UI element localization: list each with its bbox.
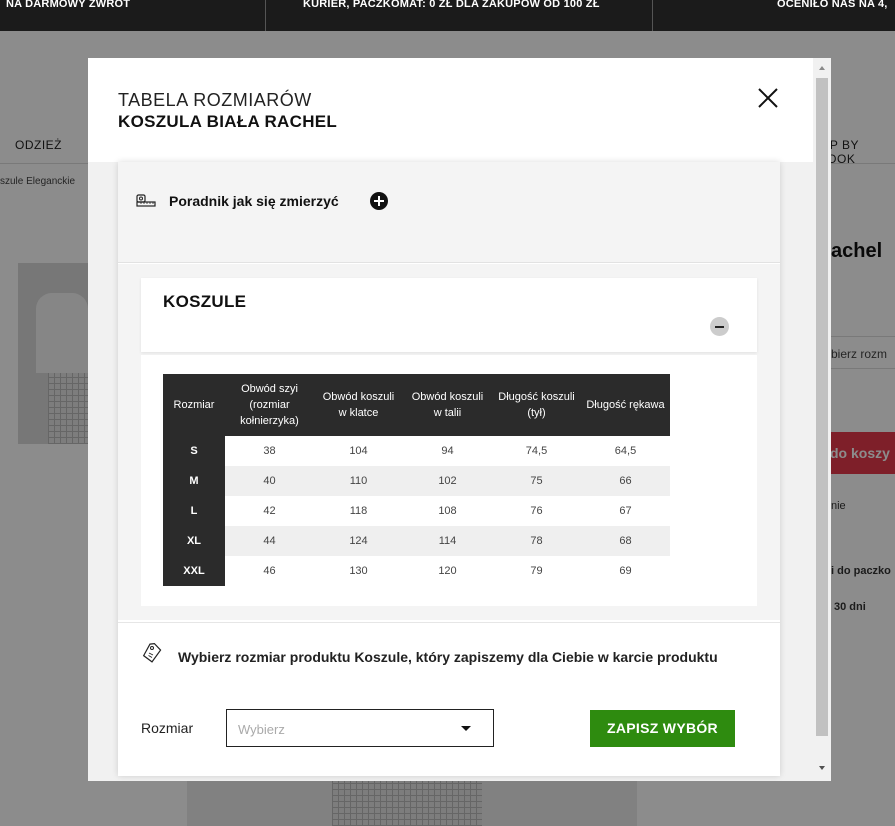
table-cell: 44 [225,526,314,556]
table-cell: 64,5 [614,445,637,457]
scroll-thumb[interactable] [816,78,828,736]
table-cell: 69 [619,565,632,577]
scroll-down-arrow-icon[interactable] [816,762,828,774]
table-cell: 114 [403,526,492,556]
size-chart-card: Poradnik jak się zmierzyć KOSZULE Rozmia… [118,162,780,776]
table-cell: 124 [314,526,403,556]
table-row: XXL 46 130 120 79 69 [163,556,670,586]
announcement-message: NA DARMOWY ZWROT [6,0,131,10]
chevron-down-icon [461,726,471,731]
table-row: L 42 118 108 76 67 [163,496,670,526]
table-cell: 110 [314,466,403,496]
save-size-panel: Wybierz rozmiar produktu Koszule, który … [118,622,780,776]
size-cell: S [163,436,225,466]
table-cell: 75 [492,466,581,496]
table-cell: 38 [263,445,276,457]
scroll-up-arrow-icon[interactable] [816,62,828,74]
table-cell: 79 [530,565,543,577]
table-cell: 108 [438,505,457,517]
section-header[interactable]: KOSZULE [141,278,757,352]
price-tag-icon [142,642,162,663]
size-cell: XXL [163,556,225,586]
size-cell: XL [163,526,225,556]
table-cell: 94 [441,445,454,457]
collapse-minus-icon[interactable] [710,317,729,336]
table-cell: 46 [263,565,276,577]
size-table: Rozmiar Obwód szyi (rozmiar kołnierzyka)… [163,374,670,586]
table-header: Długość rękawa [581,374,670,436]
save-size-description: Wybierz rozmiar produktu Koszule, który … [178,649,718,665]
section-title: KOSZULE [163,292,247,311]
table-cell: 130 [349,565,368,577]
announcement-bar: NA DARMOWY ZWROT KURIER, PACZKOMAT: 0 ZŁ… [0,0,895,31]
table-cell: 104 [349,445,368,457]
save-size-button[interactable]: ZAPISZ WYBÓR [590,710,735,747]
scrollbar[interactable] [813,58,831,781]
table-header: Długość koszuli (tył) [492,374,581,436]
size-cell: M [163,466,225,496]
table-header-row: Rozmiar Obwód szyi (rozmiar kołnierzyka)… [163,374,670,436]
size-tables-area: KOSZULE Rozmiar Obwód szyi (rozmiar kołn… [118,264,780,620]
table-cell: 42 [263,505,276,517]
measurement-guide-label[interactable]: Poradnik jak się zmierzyć [169,193,339,209]
table-cell: 102 [403,466,492,496]
announcement-message: OCENIŁO NAS NA 4, [777,0,888,10]
table-cell: 67 [619,505,632,517]
table-cell: 78 [492,526,581,556]
table-row: XL 44 124 114 78 68 [163,526,670,556]
announcement-divider [652,0,653,31]
measurement-guide[interactable]: Poradnik jak się zmierzyć [118,162,780,263]
expand-plus-icon[interactable] [370,192,388,210]
size-label: Rozmiar [141,720,194,736]
modal-header: TABELA ROZMIARÓW KOSZULA BIAŁA RACHEL [88,58,813,162]
measuring-tape-icon [136,194,156,207]
modal-title: TABELA ROZMIARÓW [118,90,312,110]
table-row: M 40 110 102 75 66 [163,466,670,496]
table-header: Obwód szyi (rozmiar kołnierzyka) [225,374,314,436]
announcement-message: KURIER, PACZKOMAT: 0 ZŁ DLA ZAKUPÓW OD 1… [303,0,600,10]
table-cell: 120 [438,565,457,577]
table-cell: 40 [225,466,314,496]
table-header: Obwód koszuli w talii [403,374,492,436]
size-chart-modal: TABELA ROZMIARÓW KOSZULA BIAŁA RACHEL Po… [88,58,831,781]
size-table-container: Rozmiar Obwód szyi (rozmiar kołnierzyka)… [141,355,757,606]
table-header: Rozmiar [163,374,225,436]
close-icon[interactable] [756,86,780,110]
table-cell: 68 [581,526,670,556]
table-cell: 76 [530,505,543,517]
table-row: S 38 104 94 74,5 64,5 [163,436,670,466]
modal-product-name: KOSZULA BIAŁA RACHEL [118,112,338,131]
table-cell: 66 [581,466,670,496]
table-header: Obwód koszuli w klatce [314,374,403,436]
size-select-placeholder: Wybierz [238,722,285,737]
size-cell: L [163,496,225,526]
announcement-divider [265,0,266,31]
table-cell: 74,5 [525,445,548,457]
size-select[interactable]: Wybierz [226,709,494,747]
table-cell: 118 [349,505,368,517]
